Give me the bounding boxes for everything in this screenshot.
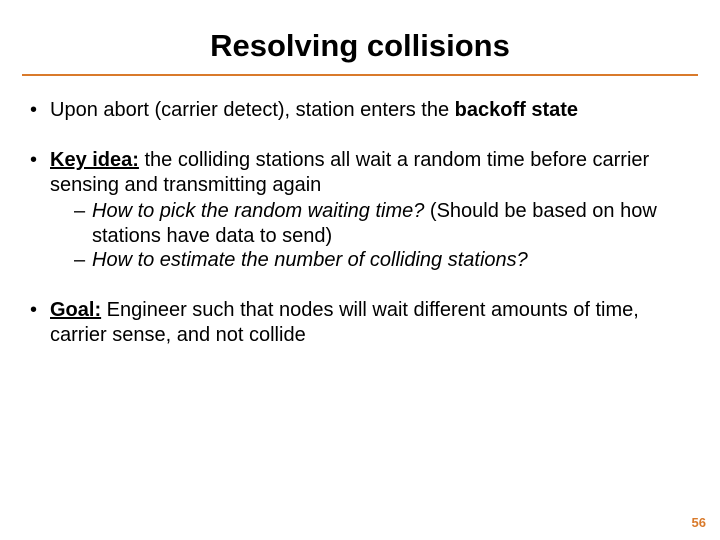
bullet-item: Key idea: the colliding stations all wai…	[26, 148, 694, 272]
slide-body: Upon abort (carrier detect), station ent…	[26, 98, 694, 347]
title-underline	[22, 74, 698, 76]
sub-bullet-list: How to pick the random waiting time? (Sh…	[50, 199, 694, 272]
title-block: Resolving collisions	[26, 28, 694, 76]
page-number: 56	[692, 515, 706, 530]
slide-title: Resolving collisions	[210, 28, 510, 70]
bullet-text: Upon abort (carrier detect), station ent…	[50, 99, 455, 121]
slide: Resolving collisions Upon abort (carrier…	[0, 0, 720, 540]
sub-bullet-item: How to pick the random waiting time? (Sh…	[74, 199, 694, 248]
bullet-text: Engineer such that nodes will wait diffe…	[50, 299, 639, 345]
sub-bullet-italic: How to pick the random waiting time?	[92, 200, 424, 222]
bullet-bold: backoff state	[455, 99, 578, 121]
bullet-label: Goal:	[50, 299, 101, 321]
bullet-item: Goal: Engineer such that nodes will wait…	[26, 298, 694, 347]
bullet-label: Key idea:	[50, 149, 139, 171]
bullet-text: the colliding stations all wait a random…	[50, 149, 649, 195]
sub-bullet-item: How to estimate the number of colliding …	[74, 248, 694, 272]
bullet-item: Upon abort (carrier detect), station ent…	[26, 98, 694, 122]
sub-bullet-italic: How to estimate the number of colliding …	[92, 249, 528, 271]
bullet-list: Upon abort (carrier detect), station ent…	[26, 98, 694, 347]
